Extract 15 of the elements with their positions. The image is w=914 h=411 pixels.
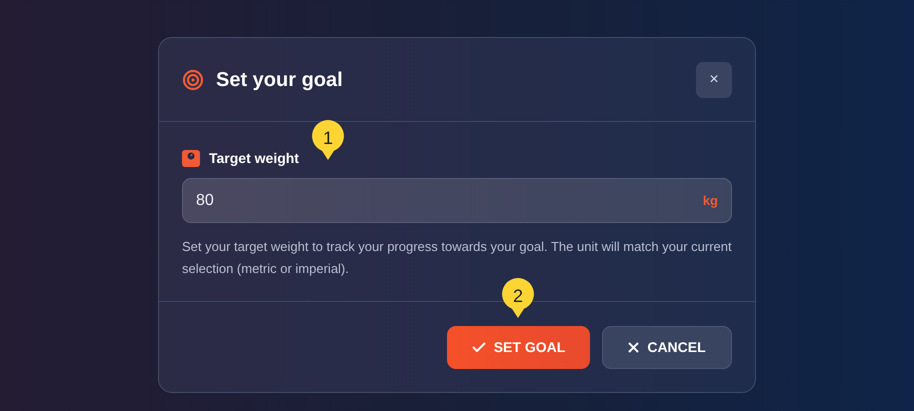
field-value: 80 — [196, 190, 214, 210]
set-goal-button[interactable]: SET GOAL — [447, 326, 590, 368]
weight-input-field[interactable]: 80 kg — [182, 178, 732, 223]
field-label: Target weight — [209, 148, 299, 168]
callout-marker: 2 — [500, 276, 536, 320]
close-icon — [628, 342, 640, 352]
check-icon — [472, 341, 486, 353]
cancel-button[interactable]: CANCEL — [602, 326, 732, 368]
callout-marker: 1 — [310, 118, 346, 162]
dialog-title: Set your goal — [216, 68, 343, 92]
target-icon — [182, 68, 204, 90]
unit-label: kg — [702, 192, 718, 210]
help-text: Set your target weight to track your progress towards your goal. The unit will match your current selection (metric or imperial). — [182, 238, 732, 278]
scale-icon — [182, 150, 200, 166]
close-button[interactable]: × — [696, 62, 732, 98]
